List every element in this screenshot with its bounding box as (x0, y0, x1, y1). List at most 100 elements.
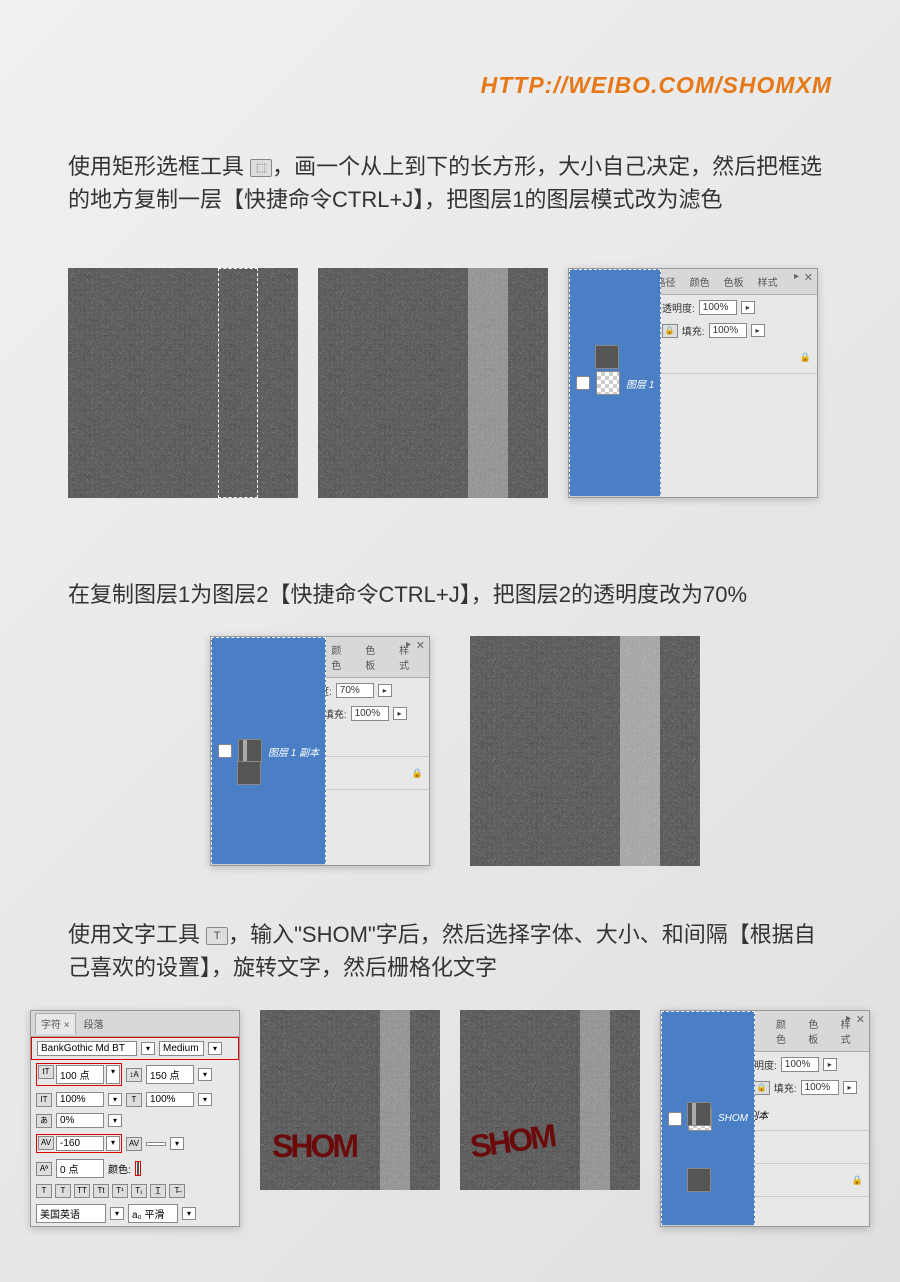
track-icon: AV (38, 1136, 54, 1150)
tab-character[interactable]: 字符 × (35, 1013, 76, 1034)
tab-styles[interactable]: 样式 (752, 271, 784, 292)
lock-icon: 🔒 (852, 1175, 863, 1186)
layer-thumb (237, 761, 261, 785)
bold-icon[interactable]: T (36, 1184, 52, 1198)
font-row: BankGothic Md BT ▾ Medium ▾ (31, 1037, 239, 1060)
dropdown-icon[interactable]: ▸ (741, 301, 755, 314)
dropdown-icon[interactable]: ▾ (106, 1136, 120, 1151)
minimize-icon[interactable]: ▸ (846, 1013, 851, 1024)
track-group: AV-160▾ (36, 1134, 122, 1153)
font-select[interactable]: BankGothic Md BT (37, 1041, 137, 1056)
kern-input[interactable]: 0% (56, 1113, 104, 1128)
tab[interactable]: 颜色 (325, 639, 357, 675)
smallcaps-icon[interactable]: Tt (93, 1184, 109, 1198)
opacity-input[interactable]: 100% (781, 1057, 819, 1072)
sub-icon[interactable]: T₁ (131, 1184, 147, 1198)
dropdown-icon[interactable]: ▾ (208, 1042, 222, 1055)
fill-label: 填充: (324, 706, 347, 721)
tab-paragraph[interactable]: 段落 (78, 1013, 110, 1034)
kern-icon: あ (36, 1114, 52, 1128)
tab[interactable]: 颜色 (770, 1013, 800, 1049)
track2-input[interactable] (146, 1142, 166, 1146)
character-panel: ✕ ▸ 字符 × 段落 BankGothic Md BT▾ Medium▾ tT… (30, 1010, 240, 1227)
dropdown-icon[interactable]: ▾ (108, 1114, 122, 1127)
shom-text: SHOM (272, 1128, 356, 1165)
italic-icon[interactable]: T (55, 1184, 71, 1198)
track2-icon: AV (126, 1137, 142, 1151)
opacity-input[interactable]: 70% (336, 683, 374, 698)
instr-3a: 使用文字工具 (68, 922, 206, 947)
tab[interactable]: 色板 (802, 1013, 832, 1049)
layer-name: 图层 1 (626, 376, 654, 391)
dropdown-icon[interactable]: ▸ (393, 707, 407, 720)
selection-marquee (218, 268, 258, 498)
row-1: ✕ ▸ 图层 × 通道 路径 颜色 色板 样式 滤色▾ 不透明度: 100%▸ … (68, 268, 818, 498)
layer-row[interactable]: 👁 图层 1 副本 (211, 637, 326, 865)
size-icon: tT (38, 1065, 54, 1079)
track-input[interactable]: -160 (56, 1136, 104, 1151)
layers-panel-1: ✕ ▸ 图层 × 通道 路径 颜色 色板 样式 滤色▾ 不透明度: 100%▸ … (568, 268, 818, 498)
lang-select[interactable]: 美国英语 (36, 1204, 106, 1223)
dropdown-icon[interactable]: ▾ (170, 1137, 184, 1150)
tab[interactable]: 色板 (359, 639, 391, 675)
vscale-icon: IT (36, 1093, 52, 1107)
layer-name: 图层 1 副本 (268, 744, 319, 759)
opacity-input[interactable]: 100% (699, 300, 737, 315)
texture-preview-2 (318, 268, 548, 498)
layer-list: 👁SHOM 👁图层 1 副本 👁图层 1 👁背景🔒 (661, 1098, 869, 1197)
instr-1a: 使用矩形选框工具 (68, 154, 250, 179)
dropdown-icon[interactable]: ▸ (843, 1081, 857, 1094)
baseline-input[interactable]: 0 点 (56, 1159, 104, 1178)
weight-select[interactable]: Medium (159, 1041, 204, 1056)
dropdown-icon[interactable]: ▾ (182, 1207, 196, 1220)
hscale-input[interactable]: 100% (146, 1092, 194, 1107)
layer-thumb (238, 739, 262, 763)
lock-icon[interactable]: 🔒 (754, 1081, 770, 1095)
close-icon[interactable]: ✕ (856, 1013, 865, 1026)
fill-label: 填充: (774, 1080, 797, 1095)
lock-all-icon[interactable]: 🔒 (662, 324, 678, 338)
layer-thumb (595, 345, 619, 369)
visibility-icon[interactable]: 👁 (668, 1112, 682, 1126)
layers-panel-2: ✕ ▸ 图层 × 通道 路径 颜色 色板 样式 滤色▾ 不透明度: 70%▸ 锁… (210, 636, 430, 866)
dropdown-icon[interactable]: ▾ (198, 1093, 212, 1106)
dropdown-icon[interactable]: ▾ (108, 1093, 122, 1106)
row-2: ✕ ▸ 图层 × 通道 路径 颜色 色板 样式 滤色▾ 不透明度: 70%▸ 锁… (210, 636, 700, 866)
fill-input[interactable]: 100% (801, 1080, 839, 1095)
hscale-icon: T (126, 1093, 142, 1107)
vscale-input[interactable]: 100% (56, 1092, 104, 1107)
strike-icon[interactable]: T̶ (169, 1184, 185, 1198)
dropdown-icon[interactable]: ▸ (378, 684, 392, 697)
tab-color[interactable]: 颜色 (684, 271, 716, 292)
super-icon[interactable]: T¹ (112, 1184, 128, 1198)
minimize-icon[interactable]: ▸ (406, 639, 411, 650)
dropdown-icon[interactable]: ▾ (141, 1042, 155, 1055)
fill-label: 填充: (682, 323, 705, 338)
fill-input[interactable]: 100% (351, 706, 389, 721)
dropdown-icon[interactable]: ▾ (106, 1065, 120, 1084)
underline-icon[interactable]: T̲ (150, 1184, 166, 1198)
close-icon[interactable]: ✕ (804, 271, 813, 284)
aa-select[interactable]: a₀ 平滑 (128, 1204, 178, 1223)
dropdown-icon[interactable]: ▸ (823, 1058, 837, 1071)
dropdown-icon[interactable]: ▾ (198, 1068, 212, 1081)
dropdown-icon[interactable]: ▸ (751, 324, 765, 337)
tab-swatches[interactable]: 色板 (718, 271, 750, 292)
texture-preview-4: SHOM (260, 1010, 440, 1190)
lock-icon: 🔒 (800, 352, 811, 363)
caps-icon[interactable]: TT (74, 1184, 90, 1198)
visibility-icon[interactable]: 👁 (576, 376, 590, 390)
size-input[interactable]: 100 点 (56, 1065, 104, 1084)
fill-input[interactable]: 100% (709, 323, 747, 338)
visibility-icon[interactable]: 👁 (218, 744, 232, 758)
layer-row[interactable]: 👁 图层 1 (569, 269, 661, 497)
light-stripe-2 (620, 636, 660, 866)
minimize-icon[interactable]: ▸ (794, 271, 799, 282)
color-swatch[interactable] (137, 1162, 139, 1175)
texture-preview-3 (470, 636, 700, 866)
layer-name: SHOM (718, 1113, 748, 1124)
close-icon[interactable]: ✕ (416, 639, 425, 652)
instruction-3: 使用文字工具 T，输入"SHOM"字后，然后选择字体、大小、和间隔【根据自己喜欢… (68, 918, 828, 984)
leading-input[interactable]: 150 点 (146, 1065, 194, 1084)
dropdown-icon[interactable]: ▾ (110, 1207, 124, 1220)
